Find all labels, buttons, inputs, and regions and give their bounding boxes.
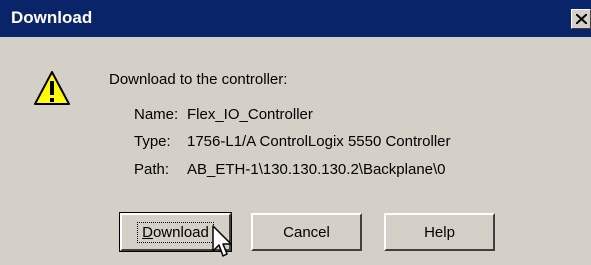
message-heading: Download to the controller:	[109, 71, 288, 88]
name-label: Name:	[134, 106, 179, 123]
type-label: Type:	[134, 133, 171, 150]
download-button-label: Download	[137, 221, 214, 243]
help-button[interactable]: Help	[384, 213, 495, 251]
close-button[interactable]	[571, 9, 591, 29]
path-label: Path:	[134, 161, 170, 178]
cancel-button[interactable]: Cancel	[251, 213, 362, 251]
close-icon	[576, 14, 587, 24]
download-dialog: Download Download to the controller: Nam…	[0, 0, 591, 265]
warning-icon	[34, 71, 70, 105]
path-value: AB_ETH-1\130.130.130.2\Backplane\0	[187, 161, 446, 178]
download-label-rest: ownload	[152, 223, 209, 241]
title-bar[interactable]: Download	[0, 0, 591, 37]
mouse-pointer-icon	[212, 225, 232, 257]
window-title: Download	[11, 8, 93, 27]
type-value: 1756-L1/A ControlLogix 5550 Controller	[187, 133, 451, 150]
name-value: Flex_IO_Controller	[187, 106, 313, 123]
download-mnemonic: D	[142, 223, 153, 241]
